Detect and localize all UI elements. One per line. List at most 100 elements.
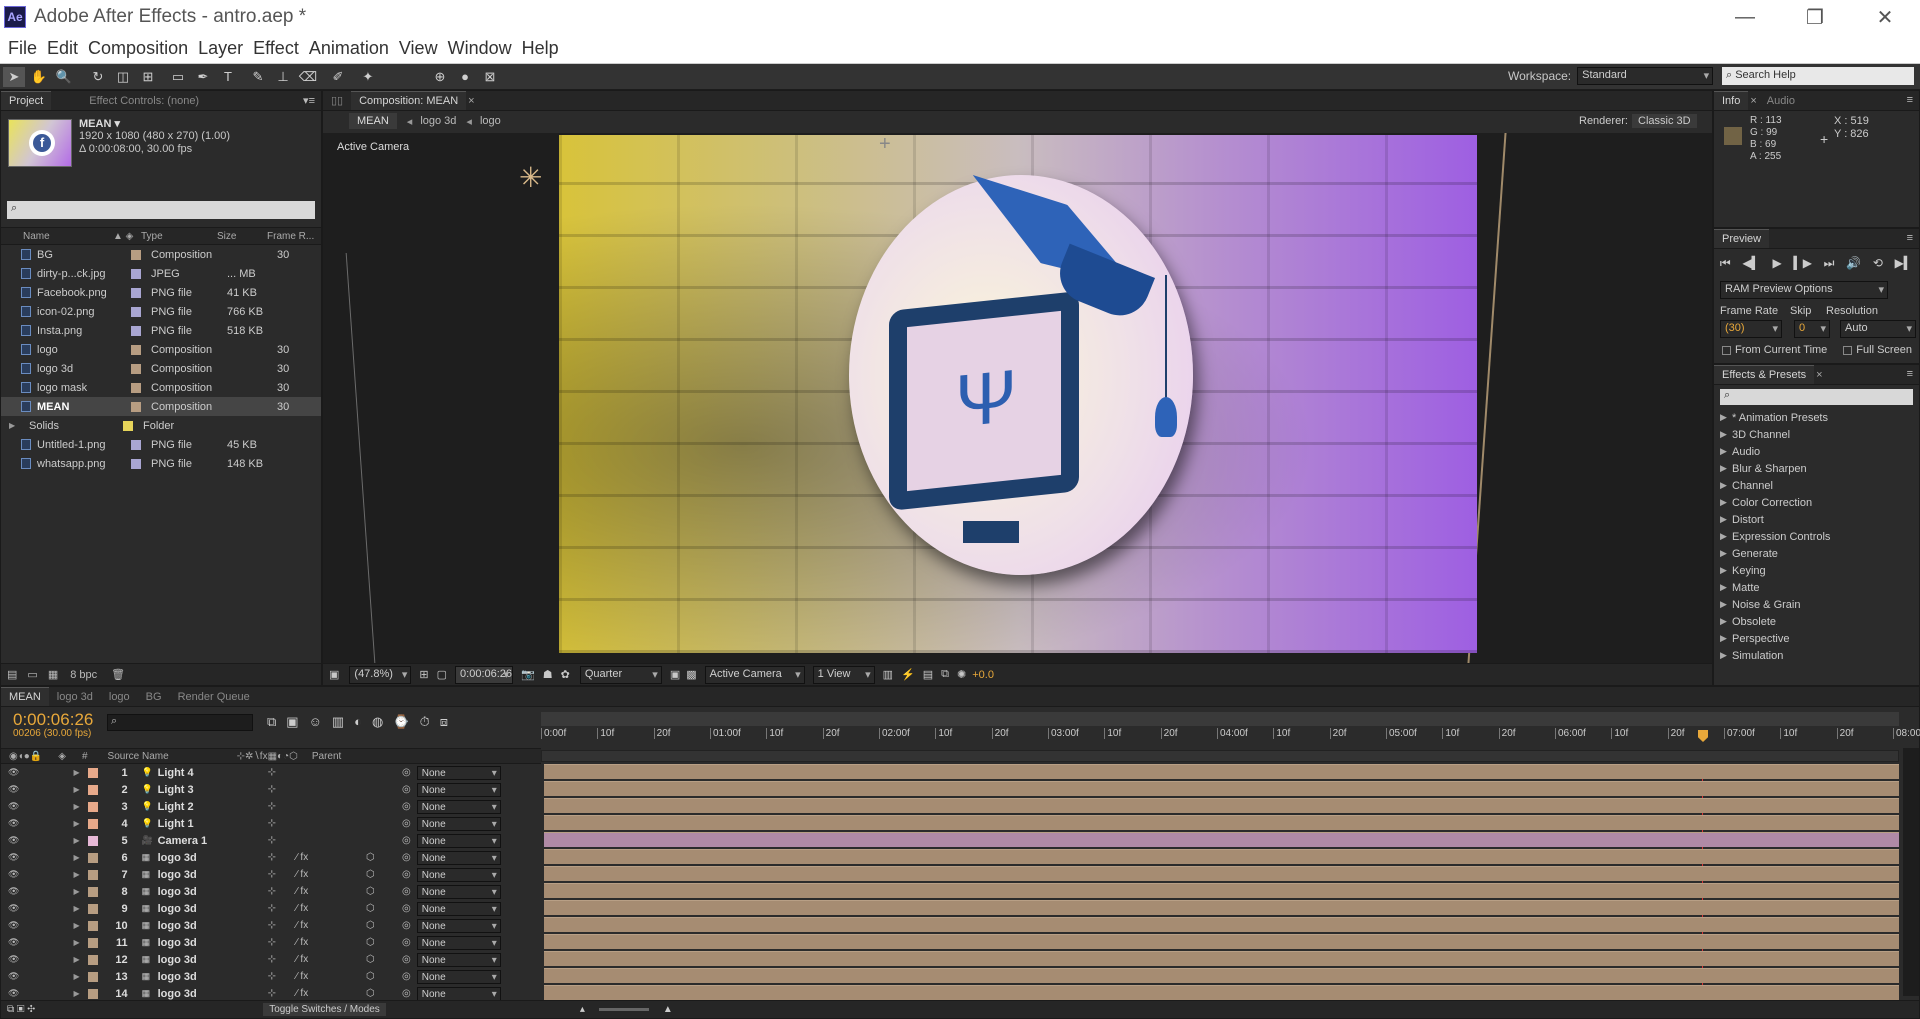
time-ruler-area[interactable]: 0:00f 10f 20f 01:00f 10f 20f 02:00f 10f 20f 03:00… (541, 708, 1920, 764)
composition-viewer[interactable]: Active Camera ✳ Ψ + (306, 133, 1712, 663)
visibility-eye-icon[interactable]: 👁 (8, 818, 19, 829)
project-item[interactable]: BG Composition 30 (1, 245, 321, 264)
effects-category[interactable]: ▶ Generate (1714, 545, 1919, 562)
close-icon[interactable]: × (1748, 92, 1758, 110)
quality-fx-switch-icon[interactable]: ∕ fx (296, 937, 366, 948)
layer-row[interactable]: 👁 ▶ 5 🎥 Camera 1 ⊹ ◎ None (1, 832, 541, 849)
expand-arrow-icon[interactable]: ▶ (1720, 650, 1732, 661)
visibility-eye-icon[interactable]: 👁 (8, 971, 19, 982)
effects-category[interactable]: ▶ Color Correction (1714, 494, 1919, 511)
visibility-eye-icon[interactable]: 👁 (8, 767, 19, 778)
timeline-tab[interactable]: logo 3d (49, 688, 101, 706)
shy-layers-icon[interactable]: ☺ (309, 714, 322, 730)
effects-category[interactable]: ▶ Perspective (1714, 630, 1919, 647)
region-of-interest-icon[interactable]: ▣ (670, 668, 680, 681)
label-color-swatch[interactable] (123, 420, 133, 431)
panel-menu-icon[interactable]: ≡ (1907, 94, 1913, 106)
pickwhip-icon[interactable]: ◎ (402, 903, 411, 914)
menu-composition[interactable]: Composition (88, 38, 188, 59)
panel-menu-icon[interactable]: ≡ (1907, 368, 1913, 380)
shy-switch-icon[interactable]: ⊹ (268, 886, 276, 897)
shy-switch-icon[interactable]: ⊹ (268, 988, 276, 999)
pickwhip-icon[interactable]: ◎ (402, 920, 411, 931)
project-item[interactable]: whatsapp.png PNG file 148 KB (1, 454, 321, 473)
layer-duration-bar[interactable] (544, 951, 1899, 966)
parent-dropdown[interactable]: None (416, 833, 501, 848)
3d-layer-switch-icon[interactable]: ⬡ (366, 869, 396, 880)
layer-label-swatch[interactable] (87, 784, 98, 795)
zoom-out-icon[interactable]: ▴ (580, 1004, 585, 1015)
rotate-tool-icon[interactable]: ↻ (87, 67, 109, 87)
trash-icon[interactable]: 🗑 (111, 668, 125, 681)
label-color-swatch[interactable] (131, 287, 141, 298)
parent-dropdown[interactable]: None (416, 816, 501, 831)
project-item[interactable]: icon-02.png PNG file 766 KB (1, 302, 321, 321)
expand-arrow-icon[interactable]: ▶ (73, 938, 79, 947)
tab-info[interactable]: Info (1714, 91, 1749, 110)
project-item[interactable]: Facebook.png PNG file 41 KB (1, 283, 321, 302)
shy-switch-icon[interactable]: ⊹ (268, 784, 276, 795)
parent-dropdown[interactable]: None (416, 952, 501, 967)
layer-label-swatch[interactable] (87, 954, 98, 965)
column-name[interactable]: Name (23, 231, 113, 242)
breadcrumb-logo-3d[interactable]: logo 3d (420, 115, 456, 127)
column-source-name[interactable]: Source Name (108, 751, 169, 762)
expand-arrow-icon[interactable]: ▶ (1720, 582, 1732, 593)
timeline-search-input[interactable]: ⌕ (107, 714, 253, 731)
selected-comp-name[interactable]: MEAN ▾ (79, 117, 120, 130)
expand-arrow-icon[interactable]: ▶ (73, 972, 79, 981)
project-item[interactable]: logo mask Composition 30 (1, 378, 321, 397)
visibility-eye-icon[interactable]: 👁 (8, 886, 19, 897)
brainstorm-icon[interactable]: ◍ (372, 714, 383, 730)
effects-category[interactable]: ▶ Channel (1714, 477, 1919, 494)
expand-arrow-icon[interactable]: ▶ (73, 921, 79, 930)
layer-label-swatch[interactable] (87, 988, 98, 999)
project-item[interactable]: Insta.png PNG file 518 KB (1, 321, 321, 340)
camera-orbit-tool-icon[interactable]: ◫ (112, 67, 134, 87)
close-icon[interactable]: × (1814, 366, 1824, 384)
comp-thumbnail[interactable]: f (8, 119, 72, 167)
shy-switch-icon[interactable]: ⊹ (268, 903, 276, 914)
pickwhip-icon[interactable]: ◎ (402, 869, 411, 880)
camera-view-dropdown[interactable]: Active Camera (704, 665, 805, 684)
expand-arrow-icon[interactable]: ▶ (1720, 565, 1732, 576)
layer-name[interactable]: logo 3d (158, 920, 268, 932)
column-parent[interactable]: Parent (312, 751, 341, 762)
expand-arrow-icon[interactable]: ▶ (73, 802, 79, 811)
effects-search-input[interactable]: ⌕ (1720, 389, 1913, 405)
effects-category[interactable]: ▶ Expression Controls (1714, 528, 1919, 545)
layer-label-swatch[interactable] (87, 818, 98, 829)
parent-dropdown[interactable]: None (416, 901, 501, 916)
layer-row[interactable]: 👁 ▶ 2 💡 Light 3 ⊹ ◎ None (1, 781, 541, 798)
layer-duration-bar[interactable] (544, 781, 1899, 796)
parent-dropdown[interactable]: None (416, 986, 501, 1001)
menu-edit[interactable]: Edit (47, 38, 78, 59)
hand-tool-icon[interactable]: ✋ (28, 67, 50, 87)
layer-label-swatch[interactable] (87, 971, 98, 982)
project-item[interactable]: dirty-p...ck.jpg JPEG ... MB (1, 264, 321, 283)
expand-arrow-icon[interactable]: ▶ (73, 955, 79, 964)
magnification-dropdown[interactable]: (47.8%) (349, 665, 412, 684)
minimize-button[interactable]: — (1710, 0, 1780, 34)
expand-arrow-icon[interactable]: ▶ (73, 785, 79, 794)
frame-rate-dropdown[interactable]: (30) (1720, 320, 1782, 338)
channel-icon[interactable]: ✿ (561, 668, 570, 681)
layer-duration-bar[interactable] (544, 883, 1899, 898)
pickwhip-icon[interactable]: ◎ (402, 852, 411, 863)
parent-dropdown[interactable]: None (416, 799, 501, 814)
expand-arrow-icon[interactable]: ▶ (1720, 548, 1732, 559)
breadcrumb-mean[interactable]: MEAN (349, 113, 397, 129)
quality-fx-switch-icon[interactable]: ∕ fx (296, 971, 366, 982)
quality-fx-switch-icon[interactable]: ∕ fx (296, 988, 366, 999)
layer-name[interactable]: logo 3d (158, 971, 268, 983)
current-time-display[interactable]: 0:00:06:26 (455, 665, 514, 684)
layer-row[interactable]: 👁 ▶ 3 💡 Light 2 ⊹ ◎ None (1, 798, 541, 815)
label-color-swatch[interactable] (131, 249, 141, 260)
timeline-tab[interactable]: Render Queue (170, 688, 258, 706)
visibility-eye-icon[interactable]: 👁 (8, 903, 19, 914)
roto-brush-tool-icon[interactable]: ✐ (327, 67, 349, 87)
expand-arrow-icon[interactable]: ▶ (1720, 412, 1732, 423)
exposure-icon[interactable]: ✺ (957, 668, 966, 681)
expand-arrow-icon[interactable]: ▶ (73, 887, 79, 896)
project-item[interactable]: Untitled-1.png PNG file 45 KB (1, 435, 321, 454)
